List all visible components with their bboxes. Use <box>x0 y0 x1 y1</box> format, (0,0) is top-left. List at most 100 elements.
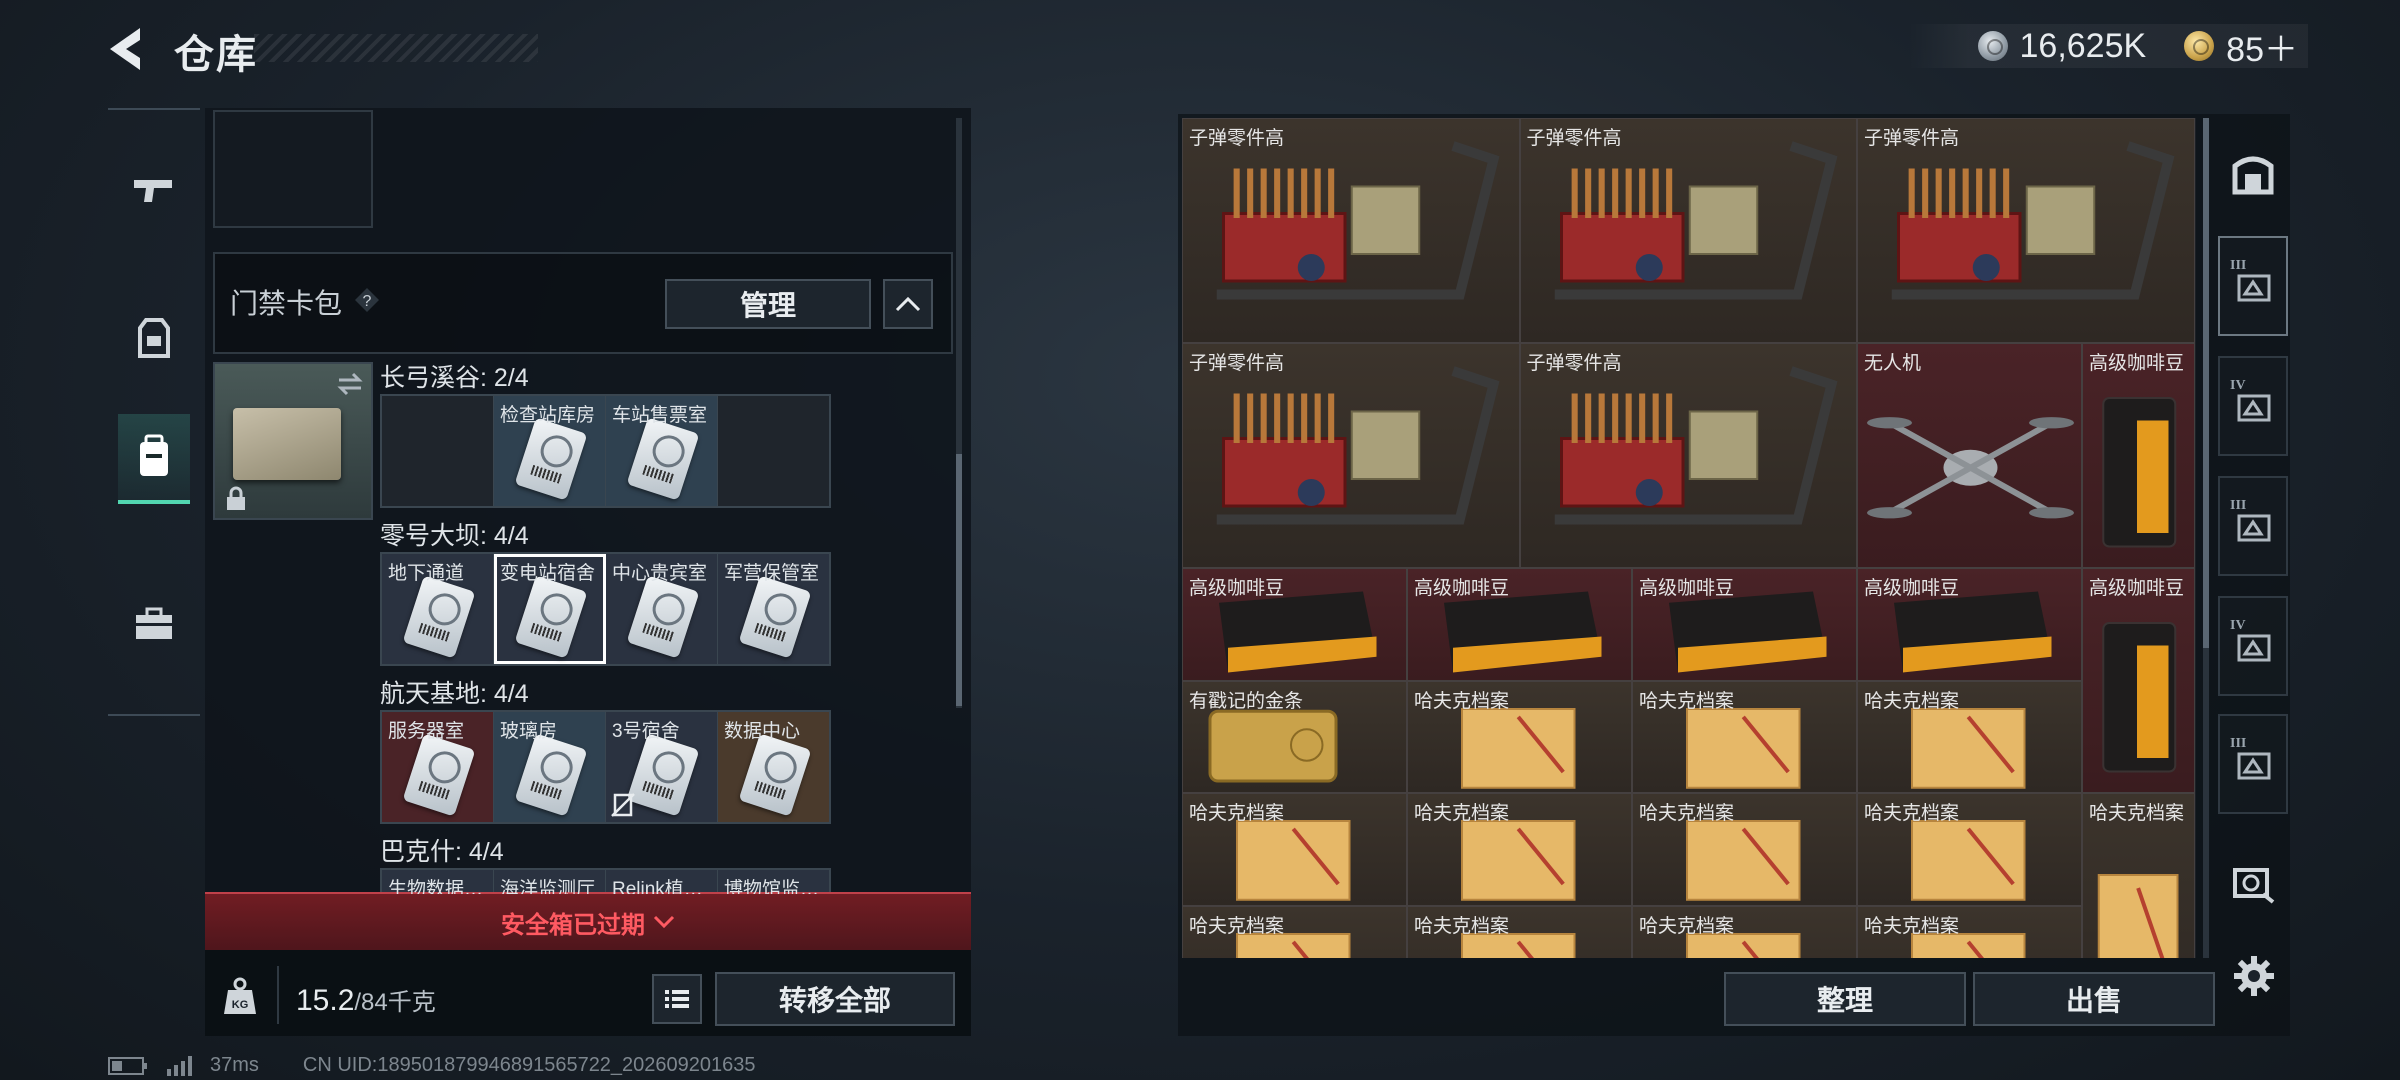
keycard-label: 3号宿舍 <box>612 721 680 742</box>
inventory-item[interactable]: 高级咖啡豆 <box>1857 568 2082 681</box>
inventory-item[interactable]: 哈夫克档案 <box>1182 793 1407 906</box>
secure-case-expired-banner[interactable]: 安全箱已过期 <box>205 892 971 950</box>
inventory-item[interactable]: 子弹零件高 <box>1182 118 1520 343</box>
container-tab[interactable]: IV <box>2218 356 2288 456</box>
chevron-down-icon <box>653 915 675 929</box>
inventory-scrollbar-thumb[interactable] <box>2203 118 2209 648</box>
keycard-slot[interactable] <box>382 396 494 506</box>
inventory-item[interactable]: 哈夫克档案 <box>1407 793 1632 906</box>
keycard-wallet-item[interactable] <box>213 362 373 520</box>
keycard-slot[interactable]: 生物数据… <box>382 870 494 894</box>
svg-text:KG: KG <box>232 999 249 1011</box>
inventory-item[interactable]: 无人机 <box>1857 343 2082 568</box>
inventory-item[interactable]: 哈夫克档案 <box>1632 793 1857 906</box>
keycard-image <box>514 575 588 659</box>
list-view-button[interactable] <box>652 974 702 1024</box>
inventory-grid: 子弹零件高 子弹零件高 子弹零件高 子弹零件高 子弹零件高 无人机 高级咖啡豆 高级咖啡豆 高级… <box>1182 118 2196 958</box>
keycard-label: 地下通道 <box>388 563 465 584</box>
gold-amount[interactable]: 85＋ <box>2226 22 2298 71</box>
keycard-slot[interactable]: 数据中心 <box>718 712 829 822</box>
svg-text:?: ? <box>363 293 372 310</box>
keycard-slot[interactable]: 博物馆监… <box>718 870 829 894</box>
ammo-image <box>1554 141 1837 300</box>
container-tabs: III IV III IV III <box>2218 124 2288 954</box>
inventory-scrollbar[interactable] <box>2203 118 2209 958</box>
item-label: 哈夫克档案 <box>1189 803 1285 824</box>
swap-icon <box>337 372 363 396</box>
keycard-slot[interactable]: 车站售票室 <box>606 396 718 506</box>
keycard-slot[interactable]: 玻璃房 <box>494 712 606 822</box>
inventory-item[interactable]: 哈夫克档案 <box>1857 905 2082 958</box>
inventory-item[interactable]: 哈夫克档案 <box>1407 680 1632 793</box>
keycard-slot[interactable]: Relink植… <box>606 870 718 894</box>
inventory-item[interactable]: 高级咖啡豆 <box>1632 568 1857 681</box>
keycard-slot[interactable]: 检查站库房 <box>494 396 606 506</box>
back-button[interactable] <box>104 24 148 74</box>
container-tab[interactable]: III <box>2218 476 2288 576</box>
ammo-image <box>1891 141 2175 300</box>
keycard-slot[interactable]: 地下通道 <box>382 554 494 664</box>
inventory-item[interactable]: 哈夫克档案 <box>1857 680 2082 793</box>
inventory-item[interactable]: 有戳记的金条 <box>1182 680 1407 793</box>
inventory-item[interactable]: 哈夫克档案 <box>1857 793 2082 906</box>
coffee-bag-image <box>2102 622 2177 773</box>
gun-icon <box>134 180 172 202</box>
inventory-item[interactable]: 哈夫克档案 <box>1632 905 1857 958</box>
drone-image <box>1867 417 2074 519</box>
manage-button[interactable]: 管理 <box>665 279 871 329</box>
inventory-item[interactable]: 哈夫克档案 <box>1407 905 1632 958</box>
inventory-item[interactable]: 哈夫克档案 <box>1632 680 1857 793</box>
inventory-item[interactable]: 高级咖啡豆 <box>2082 343 2195 568</box>
inventory-item[interactable]: 哈夫克档案 <box>1182 905 1407 958</box>
inventory-item[interactable]: 哈夫克档案 <box>2082 793 2195 958</box>
sort-button[interactable]: 整理 <box>1724 972 1966 1026</box>
nav-weapons[interactable] <box>118 146 190 234</box>
keycard-image <box>626 733 700 817</box>
inventory-item[interactable]: 子弹零件高 <box>1519 343 1857 568</box>
inventory-item[interactable]: 高级咖啡豆 <box>2082 568 2195 793</box>
silver-amount: 16,625K <box>2019 26 2147 65</box>
container-tab[interactable] <box>2218 124 2288 224</box>
keycard-slot[interactable]: 变电站宿舍 <box>494 554 606 664</box>
collapse-button[interactable] <box>883 279 933 329</box>
help-icon[interactable]: ? <box>354 287 380 313</box>
equipment-slot[interactable] <box>213 110 373 228</box>
keycard-slot[interactable] <box>718 396 829 506</box>
gold-coin-icon <box>2184 31 2215 61</box>
inventory-item[interactable]: 高级咖啡豆 <box>1407 568 1632 681</box>
nav-supplies[interactable] <box>118 580 190 668</box>
keycard-slot[interactable]: 服务器室 <box>382 712 494 822</box>
keycard-image <box>626 417 700 501</box>
container-tab[interactable] <box>2218 832 2288 932</box>
nav-equipment[interactable] <box>118 294 190 382</box>
keycard-image <box>626 575 700 659</box>
keycard-slot[interactable]: 海洋监测厅 <box>494 870 606 894</box>
inventory-item[interactable]: 子弹零件高 <box>1519 118 1857 343</box>
keycard-label: 检查站库房 <box>500 405 596 426</box>
keycard-image <box>402 733 476 817</box>
item-label: 高级咖啡豆 <box>1189 578 1285 599</box>
container-tab[interactable]: III <box>2218 714 2288 814</box>
title-decoration <box>254 34 538 62</box>
inventory-item[interactable]: 子弹零件高 <box>1857 118 2195 343</box>
currency-bar: 16,625K 85＋ <box>1907 22 2308 71</box>
item-label: 子弹零件高 <box>1189 353 1285 374</box>
left-scrollbar-thumb[interactable] <box>956 454 962 706</box>
container-tab[interactable]: IV <box>2218 596 2288 696</box>
transfer-all-button[interactable]: 转移全部 <box>715 972 955 1026</box>
settings-button[interactable] <box>2232 954 2276 998</box>
sell-button[interactable]: 出售 <box>1973 972 2215 1026</box>
weight-current: 15.2 <box>296 984 355 1017</box>
keycard-slot[interactable]: 军营保管室 <box>718 554 829 664</box>
inventory-item[interactable]: 子弹零件高 <box>1182 343 1520 568</box>
equipment-icon <box>138 318 170 358</box>
container-tab[interactable]: III <box>2218 236 2288 336</box>
keycard-slot[interactable]: 中心贵宾室 <box>606 554 718 664</box>
signal-icon <box>167 1055 192 1076</box>
inventory-item[interactable]: 高级咖啡豆 <box>1182 568 1407 681</box>
left-scrollbar[interactable] <box>956 118 962 708</box>
back-arrow-icon <box>110 28 140 70</box>
keycard-slot[interactable]: 3号宿舍 <box>606 712 718 822</box>
nav-container[interactable] <box>118 414 190 504</box>
item-label: 高级咖啡豆 <box>1864 578 1960 599</box>
